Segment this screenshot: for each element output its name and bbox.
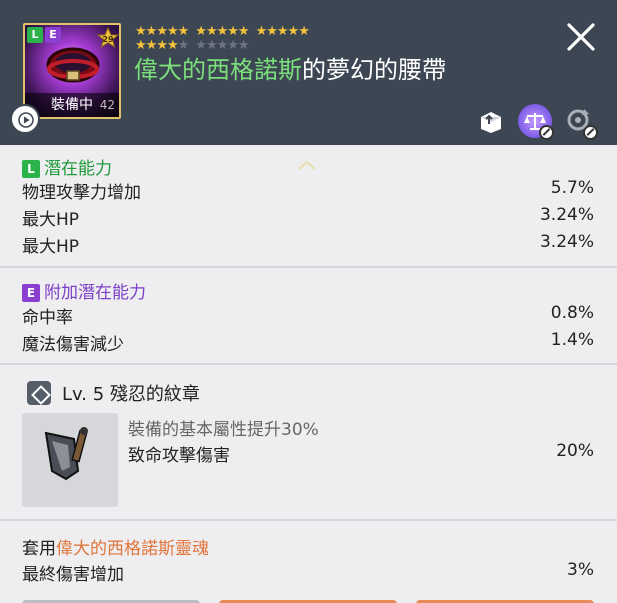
chevron-up-icon (298, 160, 316, 170)
star-filled-icon: ★ (298, 24, 310, 39)
star-filled-icon: ★ (156, 24, 168, 39)
emblem-description: 裝備的基本屬性提升30% (128, 420, 319, 440)
stat-label: 最大HP (22, 210, 80, 230)
item-title: 偉大的西格諾斯的夢幻的腰帶 (134, 54, 446, 86)
star-empty-icon: ★ (177, 38, 190, 53)
section-divider (0, 363, 617, 365)
section-divider (0, 519, 617, 521)
star-filled-icon: ★ (287, 24, 300, 39)
item-header: L E 29 裝備中 42 ★★★★★ ★★★★★ ★★★★★ ★★★★★ ★★★★★… (0, 0, 617, 145)
star-empty-icon: ★ (205, 38, 218, 53)
star-level-badge-icon: 29 (97, 27, 119, 49)
star-filled-icon: ★ (276, 24, 289, 39)
star-empty-icon: ★ (227, 38, 239, 53)
close-icon[interactable] (566, 22, 596, 52)
star-filled-icon: ★ (177, 24, 190, 39)
stat-value: 5.7% (550, 178, 594, 198)
potential-header: L 潛在能力 (22, 154, 112, 179)
star-filled-icon: ★ (195, 24, 207, 39)
stat-label: 魔法傷害減少 (22, 335, 124, 355)
stat-value: 1.4% (550, 330, 594, 350)
stat-value: 0.8% (550, 303, 594, 323)
stat-label: 命中率 (22, 308, 73, 328)
stat-value: 3% (567, 560, 594, 580)
stat-label: 物理攻擊力增加 (22, 183, 141, 203)
emblem-stat-label: 致命攻擊傷害 (128, 446, 230, 466)
disabled-badge-icon (583, 125, 598, 140)
star-filled-icon: ★ (145, 24, 158, 39)
star-filled-icon: ★ (255, 24, 268, 39)
disabled-badge-icon (539, 125, 554, 140)
star-empty-icon: ★ (237, 38, 250, 53)
potential-row: 最大HP 3.24% (22, 232, 594, 258)
additional-potential-row: 命中率 0.8% (22, 303, 594, 329)
stat-value: 3.24% (539, 232, 594, 252)
star-filled-icon: ★ (135, 38, 147, 53)
star-empty-icon: ★ (195, 38, 207, 53)
legendary-tier-icon: L (22, 160, 40, 178)
star-filled-icon: ★ (166, 38, 179, 53)
star-filled-icon: ★ (205, 24, 218, 39)
epic-badge: E (45, 27, 61, 43)
star-force-row-1: ★★★★★ ★★★★★ ★★★★★ (135, 24, 310, 39)
set-effect-prefix: 套用 (22, 539, 56, 559)
equipped-text: 裝備中 (51, 97, 93, 113)
set-effect-header: 套用偉大的西格諾斯靈魂 (22, 534, 209, 559)
preview-play-button[interactable] (10, 104, 40, 134)
emblem-image (22, 413, 118, 507)
star-filled-icon: ★ (237, 24, 250, 39)
axe-icon (44, 427, 88, 481)
emblem-stat-value: 20% (556, 441, 594, 461)
compare-button[interactable] (518, 104, 554, 140)
star-level-text: 29 (102, 35, 114, 44)
star-filled-icon: ★ (216, 24, 229, 39)
section-divider (0, 266, 617, 268)
emblem-title: Lv. 5 殘忍的紋章 (62, 384, 200, 405)
epic-tier-icon: E (22, 284, 40, 302)
stat-value: 3.24% (539, 205, 594, 225)
legendary-badge: L (27, 27, 43, 43)
star-filled-icon: ★ (266, 24, 278, 39)
potential-row: 最大HP 3.24% (22, 205, 594, 231)
star-filled-icon: ★ (156, 38, 168, 53)
share-button[interactable] (474, 104, 508, 138)
item-detail-panel[interactable]: L 潛在能力 物理攻擊力增加 5.7% 最大HP 3.24% 最大HP 3.24%… (0, 145, 617, 603)
emblem-diamond-icon (27, 381, 51, 405)
additional-potential-header: E 附加潛在能力 (22, 278, 146, 303)
additional-potential-row: 魔法傷害減少 1.4% (22, 330, 594, 356)
star-empty-icon: ★ (216, 38, 229, 53)
set-effect-name: 偉大的西格諾斯靈魂 (56, 539, 209, 559)
stat-label: 最大HP (22, 237, 80, 257)
item-title-rest: 的夢幻的腰帶 (302, 56, 446, 84)
potential-row: 物理攻擊力增加 5.7% (22, 178, 594, 204)
share-icon (481, 112, 501, 133)
additional-potential-header-text: 附加潛在能力 (44, 283, 146, 303)
star-filled-icon: ★ (166, 24, 179, 39)
stat-label: 最終傷害增加 (22, 565, 124, 585)
potential-header-text: 潛在能力 (44, 159, 112, 179)
star-filled-icon: ★ (135, 24, 147, 39)
reset-button[interactable] (562, 104, 598, 140)
item-icon-frame: L E 29 裝備中 42 (23, 23, 121, 119)
star-force-row-2: ★★★★★ ★★★★★ (135, 38, 250, 53)
item-title-set-name: 偉大的西格諾斯 (134, 56, 302, 84)
item-count: 42 (99, 98, 115, 112)
belt-icon (46, 47, 100, 83)
star-filled-icon: ★ (227, 24, 239, 39)
star-filled-icon: ★ (145, 38, 158, 53)
set-effect-row: 最終傷害增加 3% (22, 560, 594, 586)
play-icon (18, 112, 34, 128)
